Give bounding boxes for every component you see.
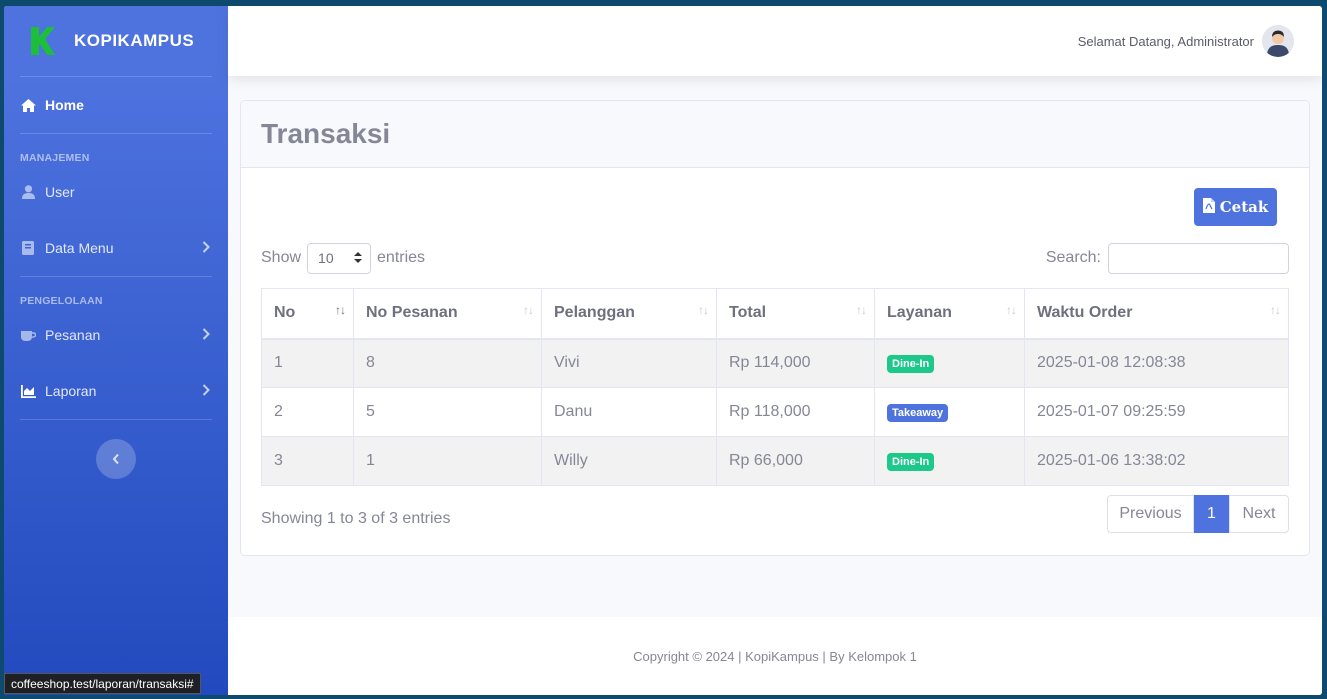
- sidebar-item-label: Data Menu: [45, 240, 114, 256]
- sidebar-item-label: Home: [45, 97, 84, 113]
- sidebar-item-label: Pesanan: [45, 327, 101, 343]
- sidebar-item-label: User: [45, 184, 75, 200]
- column-header-layanan[interactable]: Layanan ↑↓: [874, 288, 1025, 340]
- sidebar-heading-manajemen: MANAJEMEN: [20, 152, 90, 164]
- table-header-row: No ↑↓ No Pesanan ↑↓ Pelanggan ↑↓ Total ↑↓ La…: [261, 288, 1289, 340]
- sort-icon: ↑↓: [335, 303, 346, 317]
- sidebar-divider: [20, 419, 212, 420]
- entries-label: entries: [377, 249, 426, 266]
- pagination-page-1[interactable]: 1: [1194, 495, 1229, 533]
- search-control: Search:: [1045, 242, 1289, 274]
- cell-total: Rp 118,000: [716, 387, 875, 437]
- user-icon: [20, 184, 36, 200]
- sort-icon: ↑↓: [698, 303, 709, 317]
- pagination: Previous 1 Next: [1107, 495, 1289, 533]
- column-header-label: No Pesanan: [366, 304, 458, 322]
- cell-no: 3: [261, 436, 354, 486]
- coffee-cup-icon: [20, 327, 36, 343]
- cell-waktu-order: 2025-01-06 13:38:02: [1024, 436, 1289, 486]
- cell-no-pesanan: 5: [353, 387, 542, 437]
- browser-status-url: coffeeshop.test/laporan/transaksi#: [4, 673, 201, 694]
- file-pdf-icon: [1202, 197, 1215, 217]
- column-header-label: Pelanggan: [554, 304, 635, 322]
- sidebar-item-data-menu[interactable]: Data Menu: [4, 220, 228, 276]
- app-window: KOPIKAMPUS Home MANAJEMEN User Data Menu: [4, 6, 1322, 695]
- chevron-left-icon: [112, 453, 119, 465]
- cell-pelanggan: Danu: [541, 387, 717, 437]
- cell-no-pesanan: 1: [353, 436, 542, 486]
- entries-length-control: Show 10 entries: [261, 242, 426, 274]
- entries-select[interactable]: 10: [307, 242, 372, 274]
- sidebar-item-pesanan[interactable]: Pesanan: [4, 307, 228, 363]
- cell-layanan: Dine-In: [874, 338, 1025, 388]
- select-arrows-icon: [354, 250, 363, 266]
- pagination-previous[interactable]: Previous: [1107, 495, 1194, 533]
- avatar[interactable]: [1262, 25, 1294, 57]
- sidebar-heading-pengelolaan: PENGELOLAAN: [20, 295, 103, 307]
- sidebar-item-home[interactable]: Home: [4, 77, 228, 133]
- search-label: Search:: [1045, 249, 1101, 266]
- column-header-label: Waktu Order: [1037, 304, 1133, 322]
- sidebar-item-user[interactable]: User: [4, 164, 228, 220]
- table-row: 3 1 Willy Rp 66,000 Dine-In 2025-01-06 1…: [261, 436, 1289, 486]
- cell-no: 1: [261, 338, 354, 388]
- column-header-label: Total: [729, 304, 767, 322]
- table-row: 1 8 Vivi Rp 114,000 Dine-In 2025-01-08 1…: [261, 338, 1289, 388]
- transaksi-card: Transaksi Cetak Show 10 entries Search:: [240, 100, 1310, 556]
- service-badge: Dine-In: [887, 452, 935, 471]
- show-label: Show: [261, 249, 302, 266]
- chevron-right-icon: [202, 327, 210, 343]
- brand-name: KOPIKAMPUS: [74, 31, 195, 50]
- column-header-no-pesanan[interactable]: No Pesanan ↑↓: [353, 288, 542, 340]
- welcome-text[interactable]: Selamat Datang, Administrator: [1078, 34, 1254, 49]
- copyright-text: Copyright © 2024 | KopiKampus | By Kelom…: [633, 648, 917, 664]
- pagination-next[interactable]: Next: [1229, 495, 1289, 533]
- chevron-right-icon: [202, 383, 210, 399]
- sort-icon: ↑↓: [523, 303, 534, 317]
- search-input[interactable]: [1108, 242, 1289, 274]
- column-header-waktu-order[interactable]: Waktu Order ↑↓: [1024, 288, 1289, 340]
- kopikampus-logo-icon: [31, 27, 55, 55]
- column-header-pelanggan[interactable]: Pelanggan ↑↓: [541, 288, 717, 340]
- page-title: Transaksi: [261, 118, 391, 149]
- sidebar: KOPIKAMPUS Home MANAJEMEN User Data Menu: [4, 6, 228, 695]
- home-icon: [20, 97, 36, 113]
- cell-pelanggan: Vivi: [541, 338, 717, 388]
- service-badge: Dine-In: [887, 354, 935, 373]
- column-header-label: Layanan: [887, 304, 952, 322]
- column-header-total[interactable]: Total ↑↓: [716, 288, 875, 340]
- table-controls: Show 10 entries Search:: [261, 242, 1289, 274]
- cell-layanan: Takeaway: [874, 387, 1025, 437]
- print-button-label: Cetak: [1219, 198, 1269, 216]
- cell-waktu-order: 2025-01-07 09:25:59: [1024, 387, 1289, 437]
- brand[interactable]: KOPIKAMPUS: [4, 6, 228, 76]
- sort-icon: ↑↓: [1270, 303, 1281, 317]
- service-badge: Takeaway: [887, 403, 949, 422]
- card-header: Transaksi: [241, 101, 1309, 168]
- cell-no: 2: [261, 387, 354, 437]
- table-row: 2 5 Danu Rp 118,000 Takeaway 2025-01-07 …: [261, 387, 1289, 437]
- column-header-label: No: [274, 304, 296, 322]
- footer: Copyright © 2024 | KopiKampus | By Kelom…: [228, 617, 1322, 695]
- topbar: Selamat Datang, Administrator: [228, 6, 1322, 76]
- cell-no-pesanan: 8: [353, 338, 542, 388]
- sidebar-toggle-button[interactable]: [96, 439, 136, 479]
- table-info: Showing 1 to 3 of 3 entries: [261, 510, 451, 527]
- cell-pelanggan: Willy: [541, 436, 717, 486]
- sidebar-item-laporan[interactable]: Laporan: [4, 363, 228, 419]
- sort-icon: ↑↓: [856, 303, 867, 317]
- entries-select-value: 10: [318, 250, 334, 266]
- column-header-no[interactable]: No ↑↓: [261, 288, 354, 340]
- cell-total: Rp 114,000: [716, 338, 875, 388]
- chart-area-icon: [20, 383, 36, 399]
- sort-icon: ↑↓: [1006, 303, 1017, 317]
- transaksi-table: No ↑↓ No Pesanan ↑↓ Pelanggan ↑↓ Total ↑↓ La…: [261, 288, 1289, 486]
- chevron-right-icon: [202, 240, 210, 256]
- cell-waktu-order: 2025-01-08 12:08:38: [1024, 338, 1289, 388]
- sidebar-item-label: Laporan: [45, 383, 97, 399]
- cell-layanan: Dine-In: [874, 436, 1025, 486]
- cell-total: Rp 66,000: [716, 436, 875, 486]
- print-button[interactable]: Cetak: [1194, 188, 1277, 226]
- book-icon: [20, 240, 36, 256]
